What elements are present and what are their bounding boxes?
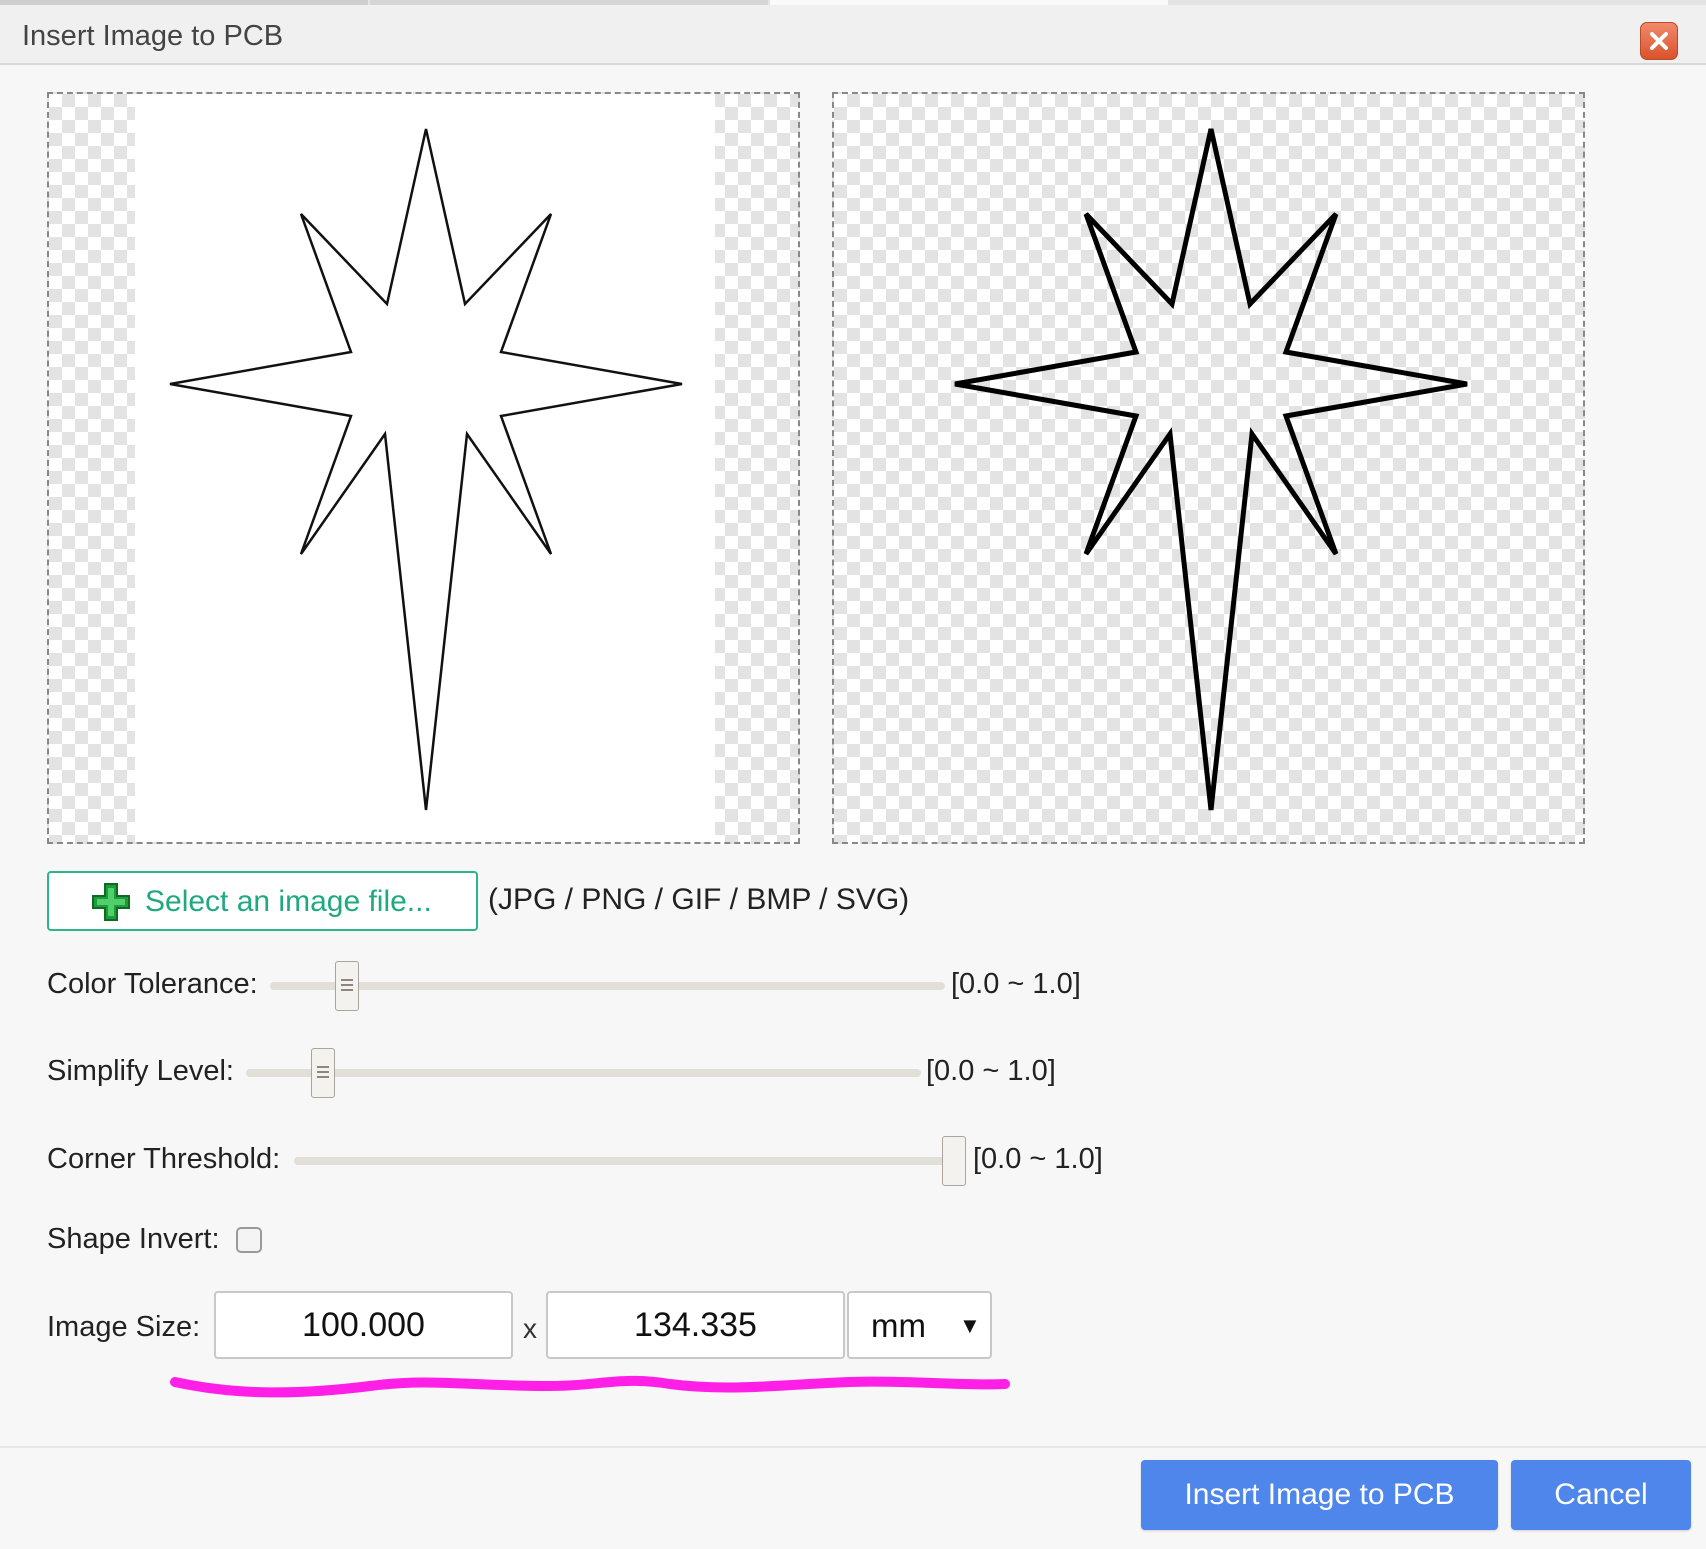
simplify-level-slider[interactable] xyxy=(246,1069,921,1077)
unit-select-value: mm xyxy=(871,1307,926,1344)
corner-threshold-handle[interactable] xyxy=(942,1136,966,1186)
color-tolerance-label: Color Tolerance: xyxy=(47,968,258,1000)
size-separator: x xyxy=(523,1313,537,1344)
image-width-input[interactable] xyxy=(214,1291,513,1359)
corner-threshold-range: [0.0 ~ 1.0] xyxy=(973,1143,1103,1175)
simplify-level-label: Simplify Level: xyxy=(47,1055,234,1087)
cancel-button[interactable]: Cancel xyxy=(1511,1460,1691,1530)
unit-select[interactable]: mm ▼ xyxy=(847,1291,992,1359)
shape-invert-label: Shape Invert: xyxy=(47,1223,220,1255)
simplify-level-range: [0.0 ~ 1.0] xyxy=(926,1055,1056,1087)
close-icon xyxy=(1650,32,1668,50)
source-image-preview xyxy=(47,92,800,844)
highlight-annotation xyxy=(170,1375,1010,1398)
corner-threshold-label: Corner Threshold: xyxy=(47,1143,281,1175)
shape-invert-checkbox[interactable] xyxy=(236,1227,262,1253)
color-tolerance-handle[interactable] xyxy=(335,961,359,1011)
simplify-level-handle[interactable] xyxy=(311,1048,335,1098)
supported-formats: (JPG / PNG / GIF / BMP / SVG) xyxy=(488,883,910,916)
star-outline-image xyxy=(169,128,683,811)
image-size-label: Image Size: xyxy=(47,1311,201,1343)
dialog-title: Insert Image to PCB xyxy=(22,20,284,52)
traced-star-outline xyxy=(954,128,1468,811)
traced-result-preview xyxy=(832,92,1585,844)
select-image-file-label: Select an image file... xyxy=(145,885,432,918)
footer-divider xyxy=(0,1446,1706,1448)
select-image-file-button[interactable]: Select an image file... xyxy=(47,871,478,931)
dropdown-arrow-icon: ▼ xyxy=(959,1313,981,1338)
insert-image-button[interactable]: Insert Image to PCB xyxy=(1141,1460,1498,1530)
plus-icon xyxy=(92,883,130,921)
dialog-titlebar: Insert Image to PCB xyxy=(0,5,1706,65)
color-tolerance-range: [0.0 ~ 1.0] xyxy=(951,968,1081,1000)
close-button[interactable] xyxy=(1640,22,1678,60)
color-tolerance-slider[interactable] xyxy=(270,982,945,990)
corner-threshold-slider[interactable] xyxy=(294,1157,959,1165)
image-height-input[interactable] xyxy=(546,1291,845,1359)
